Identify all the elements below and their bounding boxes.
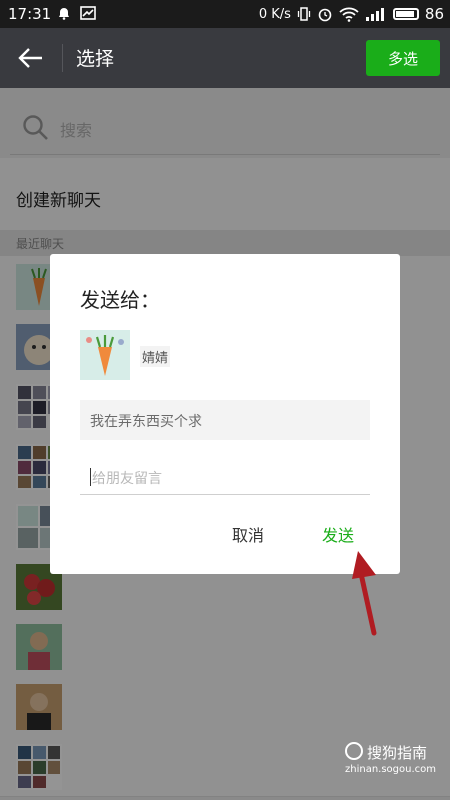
multi-select-button[interactable]: 多选 bbox=[366, 40, 440, 76]
message-preview: 我在弄东西买个求 bbox=[80, 400, 370, 440]
network-speed: 0 K/s bbox=[258, 6, 291, 22]
page-title: 选择 bbox=[76, 48, 115, 70]
watermark-url: zhinan.sogou.com bbox=[345, 764, 437, 775]
send-to-dialog: 发送给： 婧婧 我在弄东西买个求 给朋友留言 取消 发送 bbox=[50, 254, 400, 574]
app-bar: 选择 多选 bbox=[0, 28, 450, 88]
cancel-button[interactable]: 取消 bbox=[232, 522, 264, 546]
vibrate-icon bbox=[297, 7, 311, 21]
annotation-arrow-icon bbox=[352, 551, 377, 636]
battery-icon bbox=[392, 8, 419, 20]
signal-icon bbox=[365, 8, 384, 21]
wifi-icon bbox=[339, 7, 359, 22]
leave-message-input[interactable]: 给朋友留言 bbox=[80, 458, 370, 495]
status-bar: 17:31 0 K/s 86 bbox=[0, 0, 450, 28]
status-right-group: 0 K/s 86 bbox=[259, 5, 444, 23]
watermark-brand: 搜狗指南 bbox=[367, 744, 428, 762]
message-notification-icon bbox=[80, 6, 96, 20]
alarm-icon bbox=[318, 8, 332, 22]
dialog-title: 发送给： bbox=[80, 288, 160, 312]
back-arrow-icon[interactable] bbox=[18, 46, 44, 70]
status-time: 17:31 bbox=[8, 5, 52, 23]
battery-level: 86 bbox=[424, 5, 444, 23]
leave-message-placeholder: 给朋友留言 bbox=[92, 471, 162, 487]
recipient-avatar bbox=[80, 330, 130, 380]
message-preview-text: 我在弄东西买个求 bbox=[90, 414, 202, 430]
notification-bell-icon bbox=[59, 8, 69, 20]
appbar-divider bbox=[62, 44, 63, 72]
text-cursor bbox=[90, 468, 91, 486]
recipient-name: 婧婧 bbox=[140, 346, 171, 367]
sogou-logo-icon bbox=[345, 742, 363, 760]
send-button[interactable]: 发送 bbox=[322, 522, 354, 546]
